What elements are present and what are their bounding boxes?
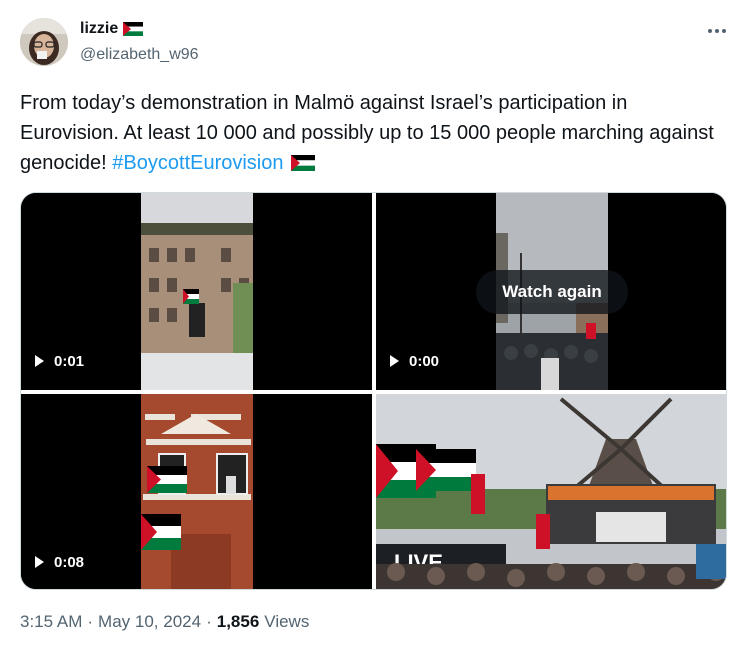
play-icon xyxy=(35,355,44,367)
video-duration: 0:08 xyxy=(54,553,85,571)
video-duration: 0:00 xyxy=(409,352,440,370)
tweet-meta: 3:15 AM · May 10, 2024 · 1,856 Views xyxy=(20,612,309,632)
media-video-2[interactable]: Watch again 0:00 xyxy=(376,193,726,390)
video-duration-badge: 0:00 xyxy=(390,350,439,372)
author-handle[interactable]: @elizabeth_w96 xyxy=(80,46,199,64)
watch-again-button[interactable]: Watch again xyxy=(476,270,628,314)
views-label: Views xyxy=(264,612,310,631)
tweet-date[interactable]: May 10, 2024 xyxy=(98,612,201,632)
photo-4-image: LIVE xyxy=(376,394,726,589)
media-video-1[interactable]: 0:01 xyxy=(21,193,372,390)
tweet-text: From today’s demonstration in Malmö agai… xyxy=(20,88,720,178)
video-duration-badge: 0:08 xyxy=(35,551,84,573)
palestine-flag-icon xyxy=(123,22,144,36)
display-name[interactable]: lizzie xyxy=(80,20,118,38)
avatar[interactable] xyxy=(20,18,68,66)
video-duration-badge: 0:01 xyxy=(35,350,84,372)
tweet-time[interactable]: 3:15 AM xyxy=(20,612,82,632)
more-options-button[interactable] xyxy=(703,18,731,44)
meta-separator: · xyxy=(87,612,94,631)
play-icon xyxy=(390,355,399,367)
media-photo-4[interactable]: LIVE xyxy=(376,394,726,589)
avatar-photo xyxy=(20,18,68,66)
media-video-3[interactable]: 0:08 xyxy=(21,394,372,589)
hashtag-link[interactable]: #BoycottEurovision xyxy=(112,152,283,174)
play-icon xyxy=(35,556,44,568)
more-icon xyxy=(708,29,726,33)
views-count: 1,856 xyxy=(216,612,260,631)
palestine-flag-icon xyxy=(291,150,316,171)
video-duration: 0:01 xyxy=(54,352,85,370)
meta-separator: · xyxy=(206,612,212,631)
author-name-row[interactable]: lizzie xyxy=(80,18,144,40)
media-grid: 0:01 Watch again 0:00 0:08 LIVE xyxy=(20,192,727,590)
